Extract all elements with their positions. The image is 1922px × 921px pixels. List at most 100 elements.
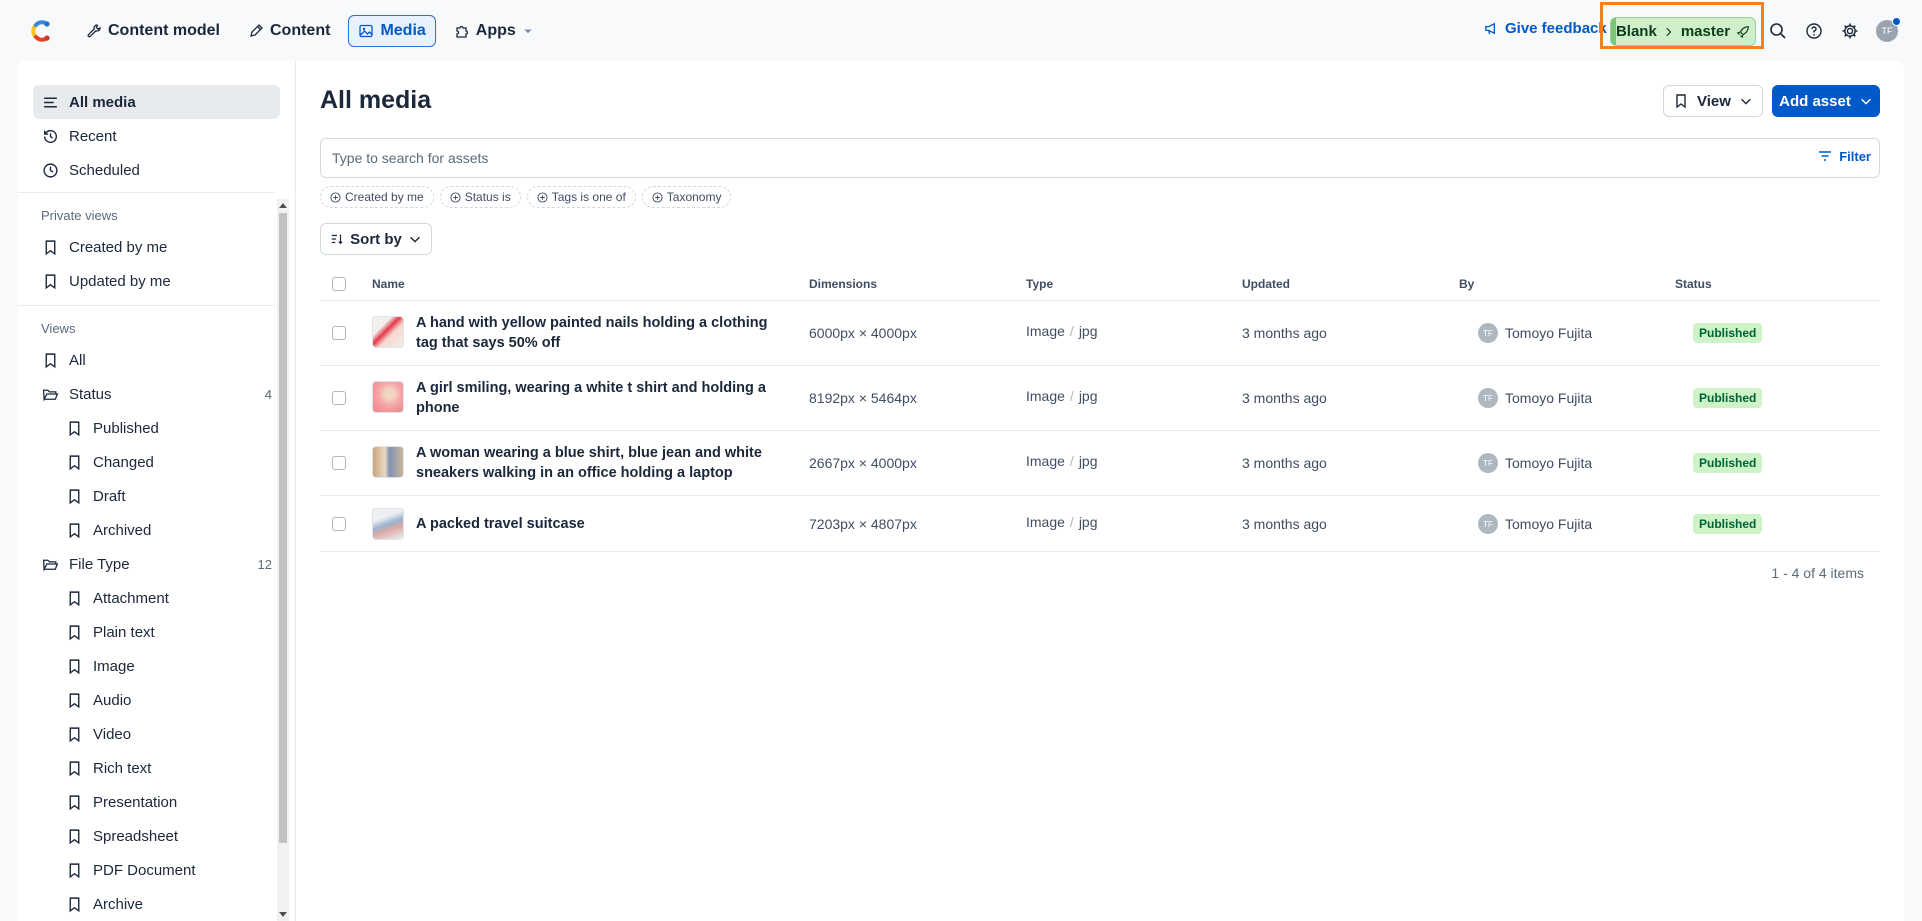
sidebar-item-updated-by-me[interactable]: Updated by me	[42, 264, 272, 298]
table-row[interactable]: A packed travel suitcase 7203px × 4807px…	[320, 496, 1880, 552]
column-by: By	[1459, 277, 1475, 291]
filter-button[interactable]: Filter	[1817, 148, 1871, 164]
row-checkbox[interactable]	[332, 391, 346, 405]
search-icon[interactable]	[1768, 21, 1788, 41]
sidebar-item-video[interactable]: Video	[42, 717, 272, 751]
add-asset-button[interactable]: Add asset	[1772, 85, 1880, 117]
asset-name[interactable]: A woman wearing a blue shirt, blue jean …	[416, 443, 776, 483]
status-badge: Published	[1693, 453, 1763, 473]
sidebar-scrollbar[interactable]	[277, 199, 289, 921]
asset-thumbnail[interactable]	[372, 446, 404, 478]
sidebar-item-audio[interactable]: Audio	[42, 683, 272, 717]
asset-name[interactable]: A hand with yellow painted nails holding…	[416, 313, 776, 353]
asset-name[interactable]: A girl smiling, wearing a white t shirt …	[416, 378, 776, 418]
sidebar-item-spreadsheet[interactable]: Spreadsheet	[42, 819, 272, 853]
bookmark-icon	[69, 590, 80, 606]
sidebar-item-image[interactable]: Image	[42, 649, 272, 683]
author-avatar: TF	[1478, 323, 1498, 343]
plus-circle-icon	[450, 191, 461, 203]
scroll-down-arrow-icon[interactable]	[279, 912, 287, 917]
asset-thumbnail[interactable]	[372, 381, 404, 413]
bookmark-icon	[69, 760, 80, 776]
sidebar-item-all[interactable]: All	[42, 343, 272, 377]
select-all-checkbox[interactable]	[332, 277, 346, 291]
nav-content[interactable]: Content	[238, 15, 340, 47]
sidebar-folder-status[interactable]: Status 4	[42, 377, 272, 411]
avatar-initials: TF	[1881, 26, 1893, 36]
column-status: Status	[1675, 277, 1712, 291]
sidebar-folder-file-type[interactable]: File Type 12	[42, 547, 272, 581]
column-name[interactable]: Name	[372, 277, 405, 291]
sidebar-item-recent[interactable]: Recent	[33, 119, 280, 153]
bookmark-icon	[45, 352, 56, 368]
table-row[interactable]: A woman wearing a blue shirt, blue jean …	[320, 431, 1880, 496]
folder-label: Status	[69, 385, 112, 403]
nav-apps[interactable]: Apps	[444, 15, 544, 47]
environment-switcher[interactable]: Blank master	[1610, 17, 1756, 46]
asset-thumbnail[interactable]	[372, 508, 404, 540]
main-frame: All media Recent Scheduled Private views…	[18, 61, 1904, 921]
help-icon[interactable]	[1804, 21, 1824, 41]
column-type: Type	[1026, 277, 1054, 291]
contentful-logo[interactable]	[26, 17, 54, 45]
filter-label: Filter	[1839, 148, 1871, 164]
chip-taxonomy[interactable]: Taxonomy	[641, 186, 732, 208]
list-icon	[44, 97, 57, 107]
sidebar-item-label: All	[69, 351, 86, 369]
sidebar-item-label: Updated by me	[69, 272, 171, 290]
chip-created-by-me[interactable]: Created by me	[320, 186, 434, 208]
chevron-down-icon	[1741, 98, 1751, 105]
chip-label: Tags is one of	[551, 190, 626, 204]
bookmark-icon	[45, 273, 56, 289]
sidebar-item-archived[interactable]: Archived	[42, 513, 272, 547]
sidebar-item-changed[interactable]: Changed	[42, 445, 272, 479]
asset-type: Image / jpg	[1026, 388, 1098, 404]
sidebar-item-presentation[interactable]: Presentation	[42, 785, 272, 819]
nav-media[interactable]: Media	[348, 15, 436, 47]
chip-tags-is-one-of[interactable]: Tags is one of	[526, 186, 636, 208]
chip-status-is[interactable]: Status is	[439, 186, 521, 208]
scroll-thumb[interactable]	[279, 213, 287, 843]
view-button[interactable]: View	[1663, 85, 1763, 117]
scroll-up-arrow-icon[interactable]	[279, 203, 287, 208]
status-badge: Published	[1693, 514, 1763, 534]
asset-name[interactable]: A packed travel suitcase	[416, 514, 776, 534]
column-updated[interactable]: Updated	[1242, 277, 1290, 291]
notification-dot	[1892, 17, 1901, 26]
sidebar-item-all-media[interactable]: All media	[33, 85, 280, 119]
bookmark-icon	[69, 692, 80, 708]
type-extension: jpg	[1078, 514, 1098, 530]
asset-updated: 3 months ago	[1242, 325, 1327, 341]
row-checkbox[interactable]	[332, 517, 346, 531]
pen-icon	[250, 24, 263, 37]
sidebar-item-attachment[interactable]: Attachment	[42, 581, 272, 615]
sidebar-item-plain-text[interactable]: Plain text	[42, 615, 272, 649]
sort-icon	[331, 234, 343, 245]
nav-label: Apps	[475, 22, 516, 39]
sidebar-divider	[18, 192, 275, 193]
sort-by-button[interactable]: Sort by	[320, 223, 432, 255]
asset-thumbnail[interactable]	[372, 316, 404, 348]
folder-open-icon	[42, 389, 59, 402]
sidebar-item-scheduled[interactable]: Scheduled	[33, 153, 280, 187]
table-row[interactable]: A hand with yellow painted nails holding…	[320, 301, 1880, 366]
wrench-icon	[87, 24, 101, 38]
sidebar-item-created-by-me[interactable]: Created by me	[42, 230, 272, 264]
sidebar-item-label: Audio	[93, 691, 132, 709]
nav-content-model[interactable]: Content model	[76, 15, 230, 47]
megaphone-icon	[1485, 22, 1495, 35]
sidebar-item-rich-text[interactable]: Rich text	[42, 751, 272, 785]
table-row[interactable]: A girl smiling, wearing a white t shirt …	[320, 366, 1880, 431]
sidebar-item-published[interactable]: Published	[42, 411, 272, 445]
type-separator: /	[1069, 514, 1074, 530]
row-checkbox[interactable]	[332, 456, 346, 470]
user-avatar[interactable]: TF	[1876, 17, 1901, 42]
give-feedback-link[interactable]: Give feedback	[1484, 20, 1607, 37]
sidebar-item-label: Attachment	[93, 589, 169, 607]
row-checkbox[interactable]	[332, 326, 346, 340]
gear-icon[interactable]	[1840, 21, 1860, 41]
sidebar-item-pdf-document[interactable]: PDF Document	[42, 853, 272, 887]
sidebar-item-draft[interactable]: Draft	[42, 479, 272, 513]
search-input[interactable]: Type to search for assets Filter	[320, 138, 1880, 178]
sidebar-item-archive[interactable]: Archive	[42, 887, 272, 921]
